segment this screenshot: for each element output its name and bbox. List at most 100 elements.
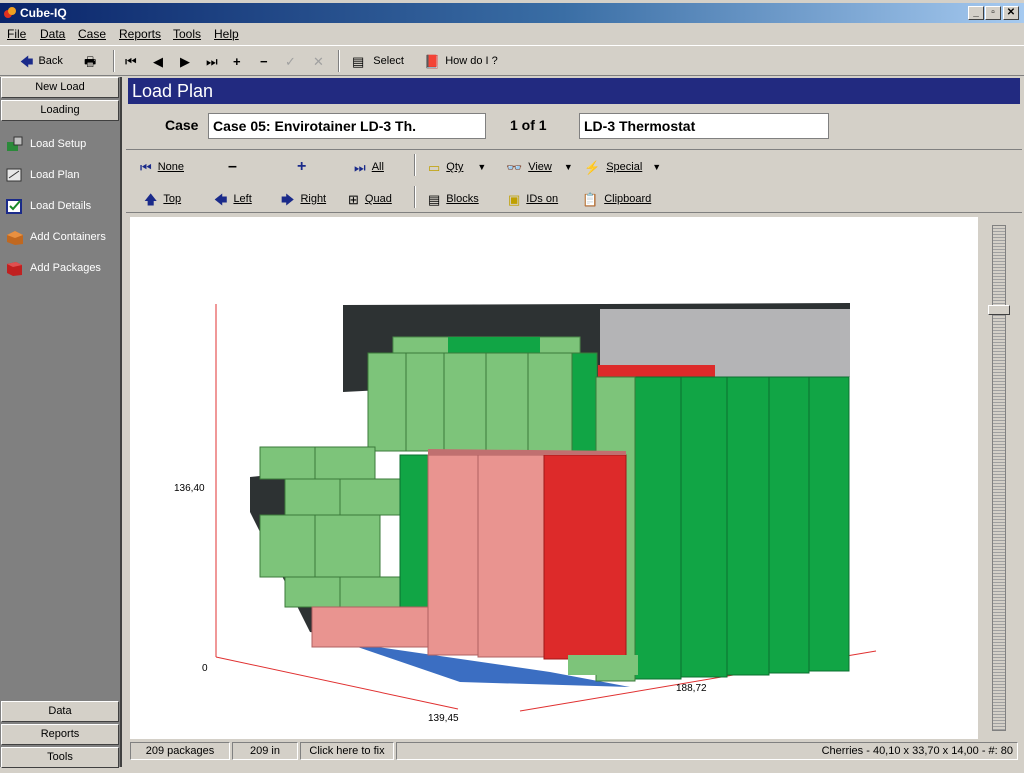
menu-bar: File Data Case Reports Tools Help: [0, 24, 1024, 44]
binoculars-icon: 👓: [506, 159, 523, 175]
skip-last-icon: ⏭: [354, 159, 366, 175]
load-plan-icon: [6, 168, 22, 182]
main-toolbar: 🡄 Back 🖶 ⏮ ◀ ▶ ⏭ + − ✓ ✕ ▤ Select 📕 How …: [0, 45, 1024, 76]
minus-icon: −: [260, 53, 268, 69]
increase-label: +: [297, 158, 307, 175]
add-packages-icon: [7, 262, 22, 276]
qty-icon: ▭: [428, 159, 441, 175]
sidebar-item-load-setup[interactable]: Load Setup: [6, 133, 86, 155]
right-view-button[interactable]: 🡆 Right: [281, 190, 326, 208]
sidebar-item-label: Add Packages: [30, 262, 101, 274]
select-button[interactable]: ▤ Select: [352, 52, 404, 70]
back-button[interactable]: 🡄 Back: [20, 52, 63, 70]
sidebar-item-add-packages[interactable]: Add Packages: [6, 257, 101, 279]
menu-file[interactable]: File: [7, 27, 26, 41]
depth-axis-label: 139,45: [428, 713, 459, 724]
sidebar: New Load Loading Load Setup Load Plan Lo…: [0, 77, 122, 768]
chevron-down-icon: ▼: [652, 162, 662, 172]
status-info: Cherries - 40,10 x 33,70 x 14,00 - #: 80: [396, 742, 1018, 760]
x-icon: ✕: [313, 53, 324, 69]
arrow-left-icon: 🡄: [20, 53, 34, 69]
status-bar: 209 packages 209 in Click here to fix Ch…: [128, 741, 1020, 761]
menu-data[interactable]: Data: [40, 27, 65, 41]
help-book-icon: 📕: [424, 53, 441, 69]
sidebar-item-label: Load Setup: [30, 138, 87, 150]
zoom-slider[interactable]: [980, 217, 1018, 739]
status-count-in: 209 in: [232, 742, 298, 760]
left-view-button[interactable]: 🡄 Left: [214, 190, 252, 208]
length-axis-label: 188,72: [676, 683, 707, 694]
skip-first-icon: ⏮: [140, 159, 152, 175]
printer-icon: 🖶: [84, 53, 97, 69]
load-plan-canvas[interactable]: 136,40 0 139,45 188,72: [130, 217, 978, 739]
increase-button[interactable]: +: [297, 158, 306, 176]
pager-text: 1 of 1: [510, 117, 547, 133]
first-record-button[interactable]: ⏮: [125, 52, 137, 70]
quad-view-button[interactable]: ⊞ Quad: [348, 190, 392, 208]
main-panel: Load Plan Case Case 05: Envirotainer LD-…: [126, 77, 1022, 767]
sidebar-item-load-plan[interactable]: Load Plan: [6, 164, 80, 186]
arrow-up-icon: 🡅: [144, 191, 158, 207]
list-icon: ▤: [352, 53, 365, 69]
close-button[interactable]: ✕: [1003, 6, 1019, 20]
next-record-button[interactable]: ▶: [180, 52, 190, 70]
prev-icon: ◀: [153, 53, 163, 69]
next-icon: ▶: [180, 53, 190, 69]
last-record-button[interactable]: ⏭: [206, 52, 218, 70]
loading-button[interactable]: Loading: [1, 100, 119, 121]
qty-dropdown[interactable]: ▭ Qty ▼: [428, 158, 486, 176]
chevron-down-icon: ▼: [563, 162, 573, 172]
top-view-button[interactable]: 🡅 Top: [144, 190, 181, 208]
case-field[interactable]: Case 05: Envirotainer LD-3 Th.: [208, 113, 486, 139]
menu-case[interactable]: Case: [78, 27, 106, 41]
page-title: Load Plan: [128, 78, 1020, 104]
prev-record-button[interactable]: ◀: [153, 52, 163, 70]
clipboard-icon: 📋: [582, 191, 599, 207]
blocks-button[interactable]: ▤ Blocks: [428, 190, 479, 208]
container-field[interactable]: LD-3 Thermostat: [579, 113, 829, 139]
menu-tools[interactable]: Tools: [173, 27, 201, 41]
ids-on-button[interactable]: ▣ IDs on: [508, 190, 558, 208]
title-bar: Cube-IQ _ ▫ ✕: [0, 3, 1024, 23]
view-dropdown[interactable]: 👓 View ▼: [506, 158, 573, 176]
tools-button[interactable]: Tools: [1, 747, 119, 768]
menu-reports[interactable]: Reports: [119, 27, 161, 41]
zoom-slider-thumb[interactable]: [988, 305, 1010, 315]
load-plan-3d-view: 136,40 0 139,45 188,72: [174, 303, 877, 724]
sidebar-item-load-details[interactable]: Load Details: [6, 195, 91, 217]
status-packages: 209 packages: [130, 742, 230, 760]
delete-record-button[interactable]: −: [260, 52, 268, 70]
minimize-button[interactable]: _: [968, 6, 984, 20]
height-axis-label: 136,40: [174, 483, 205, 494]
sidebar-item-label: Add Containers: [30, 231, 106, 243]
new-load-button[interactable]: New Load: [1, 77, 119, 98]
data-button[interactable]: Data: [1, 701, 119, 722]
add-containers-icon: [7, 231, 23, 245]
decrease-button[interactable]: –: [228, 158, 237, 176]
app-window: Cube-IQ _ ▫ ✕ File Data Case Reports Too…: [0, 0, 1024, 773]
last-icon: ⏭: [206, 53, 218, 69]
all-button[interactable]: ⏭ All: [354, 158, 384, 176]
sidebar-item-add-containers[interactable]: Add Containers: [6, 226, 106, 248]
check-icon: ✓: [285, 53, 296, 69]
special-dropdown[interactable]: ⚡ Special ▼: [584, 158, 661, 176]
load-setup-icon: [7, 136, 23, 151]
ids-icon: ▣: [508, 191, 521, 207]
none-button[interactable]: ⏮ None: [140, 158, 184, 176]
status-fix-link[interactable]: Click here to fix: [300, 742, 394, 760]
confirm-button[interactable]: ✓: [285, 52, 296, 70]
decrease-label: –: [228, 158, 237, 175]
clipboard-button[interactable]: 📋 Clipboard: [582, 190, 651, 208]
how-do-i-button[interactable]: 📕 How do I ?: [424, 52, 498, 70]
reports-button[interactable]: Reports: [1, 724, 119, 745]
menu-help[interactable]: Help: [214, 27, 239, 41]
restore-button[interactable]: ▫: [985, 6, 1001, 20]
arrow-right-icon: 🡆: [281, 191, 295, 207]
select-label: Select: [373, 55, 404, 67]
arrow-left-icon: 🡄: [214, 191, 228, 207]
app-logo-icon: [4, 7, 16, 18]
print-button[interactable]: 🖶: [84, 52, 96, 70]
add-record-button[interactable]: +: [233, 52, 241, 70]
plus-icon: +: [233, 53, 241, 69]
cancel-edit-button[interactable]: ✕: [313, 52, 324, 70]
